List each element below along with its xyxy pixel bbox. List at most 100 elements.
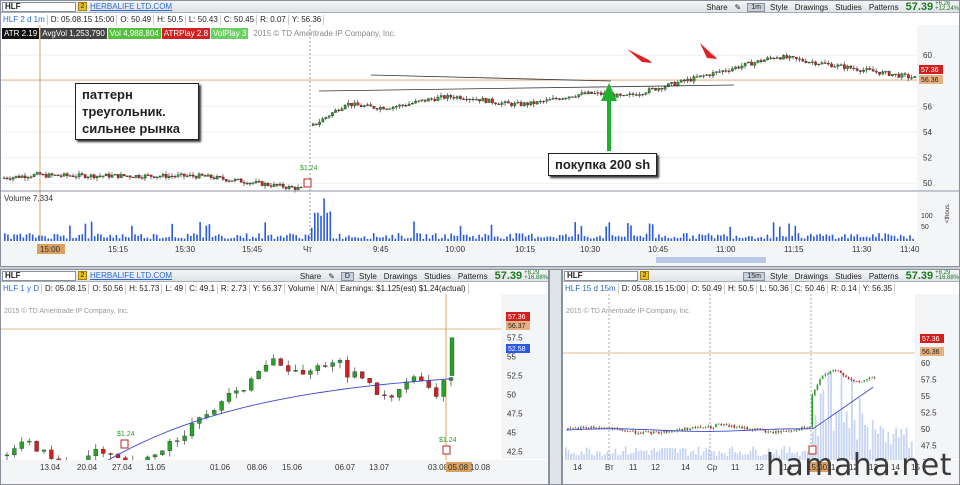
candle [407, 103, 411, 106]
price-tick-label: 45 [507, 429, 516, 438]
volume-bar [221, 235, 223, 241]
volume-bar [624, 446, 627, 460]
price-label: 56.36 [922, 349, 940, 356]
price-tick-label: 42.5 [507, 448, 523, 457]
candle [125, 175, 129, 177]
candle [775, 57, 779, 59]
volume-bar [810, 233, 812, 241]
volume-bar [645, 233, 648, 241]
candle [23, 175, 27, 179]
volume-bar [664, 235, 666, 241]
candle [426, 380, 431, 388]
volume-bar [304, 234, 307, 241]
candle [585, 427, 587, 429]
candle [704, 427, 707, 429]
candle [318, 121, 321, 125]
candle [300, 369, 306, 375]
candle [487, 98, 491, 103]
time-tick-label: 11 [629, 463, 638, 472]
candle [419, 376, 424, 381]
candle [827, 374, 829, 375]
volume-bar [896, 238, 899, 241]
volume-bar [859, 237, 862, 241]
candle [155, 176, 159, 178]
candle [593, 92, 597, 95]
volume-bar [75, 237, 77, 241]
volume-bar [503, 238, 505, 241]
candle [785, 430, 787, 432]
candle [741, 426, 743, 429]
volume-bar [472, 236, 474, 241]
volume-bar [100, 234, 102, 241]
volume-bar [22, 237, 25, 241]
candle [271, 358, 276, 366]
volume-bar [713, 451, 715, 460]
volume-bar [66, 238, 68, 241]
candle [801, 59, 805, 62]
candle [182, 435, 187, 441]
volume-bar [441, 237, 443, 241]
candle [855, 381, 858, 382]
candle [660, 432, 663, 434]
volume-bar [726, 236, 728, 241]
candle [734, 66, 737, 69]
volume-bar [718, 450, 721, 460]
candle [788, 430, 790, 432]
candle [764, 430, 767, 433]
candle [104, 173, 108, 177]
candle [817, 63, 821, 66]
candle [503, 101, 507, 104]
volume-bar [307, 235, 310, 241]
moving-average-line [90, 378, 452, 471]
volume-bar [797, 233, 800, 241]
volume-bar [583, 454, 585, 460]
volume-bar [16, 234, 18, 241]
candle [871, 377, 873, 379]
volume-bar [128, 237, 130, 241]
volume-bar [459, 225, 462, 241]
candle [230, 180, 234, 182]
candle [750, 61, 753, 66]
volume-bar [676, 238, 679, 241]
candle [26, 177, 30, 179]
volume-bar [239, 235, 242, 241]
earnings-marker [303, 178, 312, 188]
volume-bar [658, 450, 661, 460]
candle [221, 176, 225, 180]
volume-bar [143, 238, 146, 241]
time-tick-label: 01.06 [210, 463, 231, 472]
candle [834, 370, 837, 372]
volume-bar [567, 450, 570, 460]
volume-bar [403, 238, 406, 241]
volume-bar [847, 238, 849, 241]
candle [388, 108, 392, 110]
volume-bar [679, 448, 682, 460]
candle [699, 75, 702, 77]
price-label: 57.36 [508, 314, 526, 321]
time-tick-label: 11.05 [146, 463, 166, 472]
candle [497, 103, 501, 105]
daily-price-chart[interactable]: 2015 © TD Ameritrade IP Company, Inc.605… [1, 270, 548, 484]
volume-bar [168, 236, 170, 241]
candle [632, 430, 634, 432]
candle [367, 378, 372, 383]
candle [811, 61, 814, 63]
volume-bar [627, 454, 630, 460]
candle [212, 177, 216, 180]
volume-bar [56, 234, 59, 241]
volume-bar [552, 237, 555, 241]
candle [652, 431, 655, 434]
candle [375, 108, 379, 110]
candle [707, 426, 709, 428]
volume-bar [171, 223, 173, 241]
volume-bar [850, 234, 852, 241]
candle [239, 178, 243, 183]
candle [847, 377, 850, 379]
volume-bar [496, 236, 499, 241]
volume-bar [825, 234, 828, 241]
candle [645, 431, 647, 433]
candle [251, 182, 255, 184]
candle [50, 173, 54, 176]
volume-bar [632, 452, 635, 460]
volume-bar [865, 236, 868, 241]
